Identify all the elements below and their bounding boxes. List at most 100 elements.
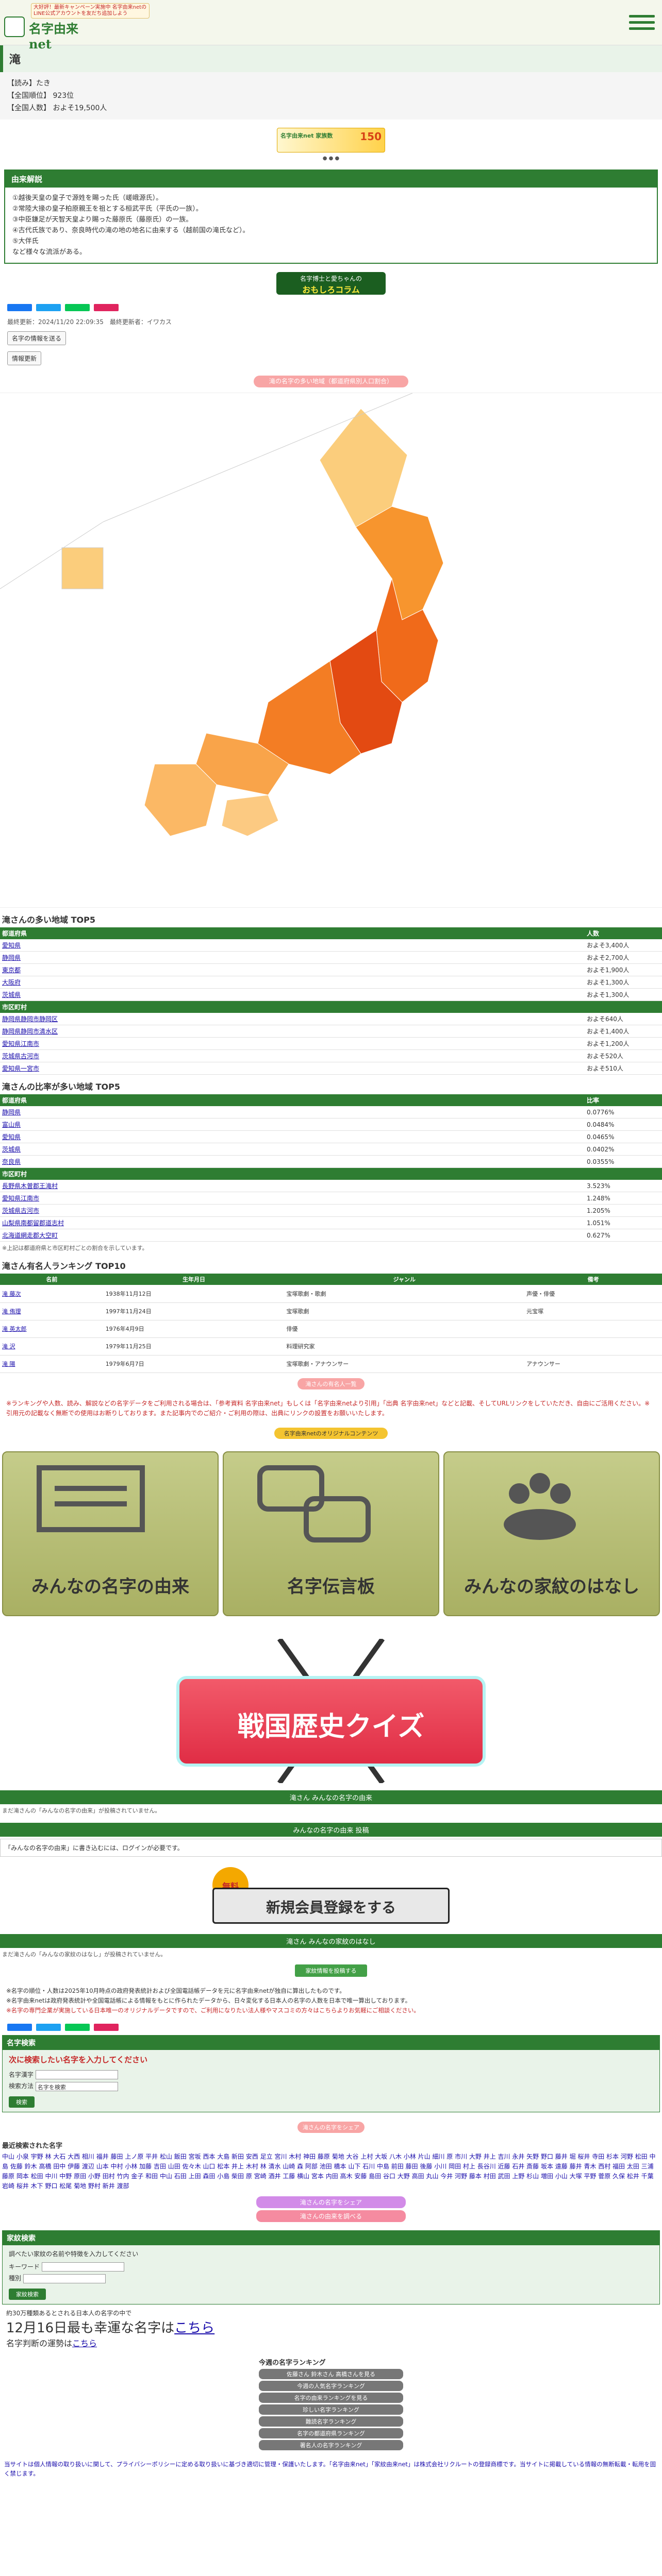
table-row: 東京都 およそ1,900人 <box>0 963 662 976</box>
register-button[interactable]: 無料 新規会員登録をする <box>212 1867 450 1924</box>
city-value: 1.248% <box>585 1192 662 1205</box>
pref-link[interactable]: 愛知県 <box>2 942 21 949</box>
pref-link[interactable]: 愛知県 <box>2 1133 21 1141</box>
table-row: 茨城県古河市 およそ520人 <box>0 1049 662 1062</box>
table-row: 奈良県 0.0355% <box>0 1155 662 1168</box>
famous-name-link[interactable]: 滝 藤次 <box>2 1291 21 1297</box>
city-link[interactable]: 北海道網走郡大空町 <box>2 1232 58 1239</box>
kamon-search-panel: 家紋検索 調べたい家紋の名前や特徴を入力してください キーワード 種別 家紋検索 <box>2 2230 660 2304</box>
city-link[interactable]: 長野県木曽郡王滝村 <box>2 1182 58 1190</box>
ranking-link[interactable]: 珍しい名字ランキング <box>259 2404 403 2415</box>
recent-names[interactable]: 中山 小泉 宇野 林 大石 大西 相川 福井 藤田 上ノ原 平井 松山 飯田 宮… <box>2 2153 655 2190</box>
facebook-share-icon[interactable] <box>7 2023 32 2031</box>
ranking-link[interactable]: 著名人の名字ランキング <box>259 2439 403 2450</box>
carousel-dots[interactable]: ● ● ● <box>0 156 662 161</box>
surname-summary: 【読み】たき 【全国順位】 923位 【全国人数】 およそ19,500人 <box>0 72 662 120</box>
city-link[interactable]: 愛知県江南市 <box>2 1195 39 1202</box>
tile-board[interactable]: 名字伝言板 <box>223 1451 439 1616</box>
pref-link[interactable]: 東京都 <box>2 967 21 974</box>
table-row: 長野県木曽郡王滝村 3.523% <box>0 1180 662 1192</box>
kamon-keyword-label: キーワード <box>9 2263 40 2270</box>
rank-count-heading: 滝さんの多い地域 TOP5 <box>2 915 95 925</box>
city-link[interactable]: 茨城県古河市 <box>2 1053 39 1060</box>
pink-stack-1[interactable]: 滝さんの名字をシェア <box>256 2196 406 2208</box>
surname-search-button[interactable]: 検索 <box>9 2096 35 2108</box>
column-header: ジャンル <box>284 1274 525 1285</box>
city-link[interactable]: 静岡県静岡市清水区 <box>2 1028 58 1035</box>
chat-bubbles-icon <box>257 1465 371 1543</box>
map-region[interactable] <box>221 794 279 837</box>
hamburger-menu-icon[interactable] <box>629 11 655 36</box>
city-link[interactable]: 山梨県南都留郡道志村 <box>2 1219 64 1227</box>
facebook-share-icon[interactable] <box>7 304 32 311</box>
birthdate: 1979年6月7日 <box>103 1355 285 1373</box>
map-region[interactable] <box>355 506 444 620</box>
pink-pill-search[interactable]: 滝さんの名字をシェア <box>297 2121 365 2133</box>
map-caption-button[interactable]: 滝の名字の多い地域（都道府県別人口割合） <box>254 376 408 387</box>
tile-origin[interactable]: みんなの名字の由来 <box>2 1451 219 1616</box>
hatena-share-icon[interactable] <box>94 304 119 311</box>
kamon-search-header: 家紋検索 <box>3 2230 659 2245</box>
promo-banner[interactable]: 大好評！最新キャンペーン実施中 名字由来netのLINE公式アカウントを友だち追… <box>31 3 150 19</box>
ranking-link[interactable]: 名字の都道府県ランキング <box>259 2428 403 2438</box>
footnote-2: ※名字由来netは政府発表統計や全国電話帳による情報をもとに作られたデータから、… <box>6 1996 411 2004</box>
pref-link[interactable]: 茨城県 <box>2 991 21 998</box>
pref-link[interactable]: 富山県 <box>2 1121 21 1128</box>
table-row: 滝 英太郎 1976年4月9日 俳優 <box>0 1320 662 1338</box>
famous-name-link[interactable]: 滝 沢 <box>2 1343 15 1350</box>
update-info-button[interactable]: 情報更新 <box>7 351 42 365</box>
famous-name-link[interactable]: 滝 陽 <box>2 1361 15 1367</box>
map-region[interactable] <box>144 764 217 837</box>
hatena-share-icon[interactable] <box>94 2023 119 2031</box>
login-required-box: 「みんなの名字の由来」に書き込むには、ログインが必要です。 <box>0 1838 662 1857</box>
pref-link[interactable]: 大阪府 <box>2 979 21 986</box>
city-link[interactable]: 茨城県古河市 <box>2 1207 39 1214</box>
famous-name-link[interactable]: 滝 英太郎 <box>2 1326 27 1332</box>
kamon-search-button[interactable]: 家紋検索 <box>9 2288 46 2300</box>
remark: 元宝塚 <box>524 1302 662 1320</box>
map-region[interactable] <box>61 547 104 589</box>
table-row: 愛知県一宮市 およそ510人 <box>0 1062 662 1075</box>
city-link[interactable]: 愛知県江南市 <box>2 1040 39 1047</box>
ranking-title: 今週の名字ランキング <box>259 2359 326 2367</box>
remark: アナウンサー <box>524 1355 662 1373</box>
city-value: およそ640人 <box>585 1013 662 1025</box>
quiz-banner[interactable]: 戦国歴史クイズ <box>176 1638 486 1783</box>
famous-name-link[interactable]: 滝 侑理 <box>2 1308 21 1315</box>
line-share-icon[interactable] <box>65 2023 90 2031</box>
origin-item: ④古代氏族であり、奈良時代の滝の地の地名に由来する（越前国の滝氏など）。 <box>12 227 250 234</box>
ranking-link[interactable]: 佐藤さん 鈴木さん 高橋さんを見る <box>259 2368 403 2379</box>
pink-stack-2[interactable]: 滝さんの由来を調べる <box>256 2210 406 2222</box>
twitter-share-icon[interactable] <box>36 304 61 311</box>
city-link[interactable]: 静岡県静岡市静岡区 <box>2 1015 58 1023</box>
pref-link[interactable]: 静岡県 <box>2 954 21 961</box>
pref-link[interactable]: 奈良県 <box>2 1158 21 1165</box>
famous-heading: 滝さん有名人ランキング TOP10 <box>2 1261 126 1271</box>
pref-value: およそ1,300人 <box>585 988 662 1001</box>
fortune-link[interactable]: こちら <box>72 2338 97 2348</box>
send-info-button[interactable]: 名字の情報を送る <box>7 331 67 345</box>
surname-search-input[interactable] <box>35 2070 118 2079</box>
city-link[interactable]: 愛知県一宮市 <box>2 1065 39 1072</box>
ranking-link[interactable]: 名字の由来ランキングを見る <box>259 2392 403 2403</box>
remark <box>524 1337 662 1355</box>
ad-banner[interactable]: 名字由来net 家族数 150 <box>277 128 385 152</box>
kamon-post-button[interactable]: 家紋情報を投稿する <box>295 1964 367 1977</box>
tile-kamon[interactable]: みんなの家紋のはなし <box>443 1451 660 1616</box>
column-header: 都道府県 <box>0 927 585 939</box>
origin-post-strip: みんなの名字の由来 投稿 <box>0 1822 662 1837</box>
lucky-link[interactable]: こちら <box>174 2320 214 2336</box>
pref-link[interactable]: 茨城県 <box>2 1146 21 1153</box>
line-share-icon[interactable] <box>65 304 90 311</box>
city-value: およそ1,400人 <box>585 1025 662 1038</box>
column-banner[interactable]: 名字博士と愛ちゃんの おもしろコラム <box>276 272 386 295</box>
kamon-type-select[interactable] <box>23 2274 106 2283</box>
twitter-share-icon[interactable] <box>36 2023 61 2031</box>
ranking-link[interactable]: 難読名字ランキング <box>259 2416 403 2427</box>
search-type-select[interactable]: 名字を検索 <box>35 2081 118 2091</box>
kamon-keyword-input[interactable] <box>41 2262 124 2272</box>
pref-link[interactable]: 静岡県 <box>2 1109 21 1116</box>
ranking-link[interactable]: 今週の人気名字ランキング <box>259 2380 403 2391</box>
remark <box>524 1320 662 1338</box>
famous-more-button[interactable]: 滝さんの有名人一覧 <box>297 1378 365 1389</box>
